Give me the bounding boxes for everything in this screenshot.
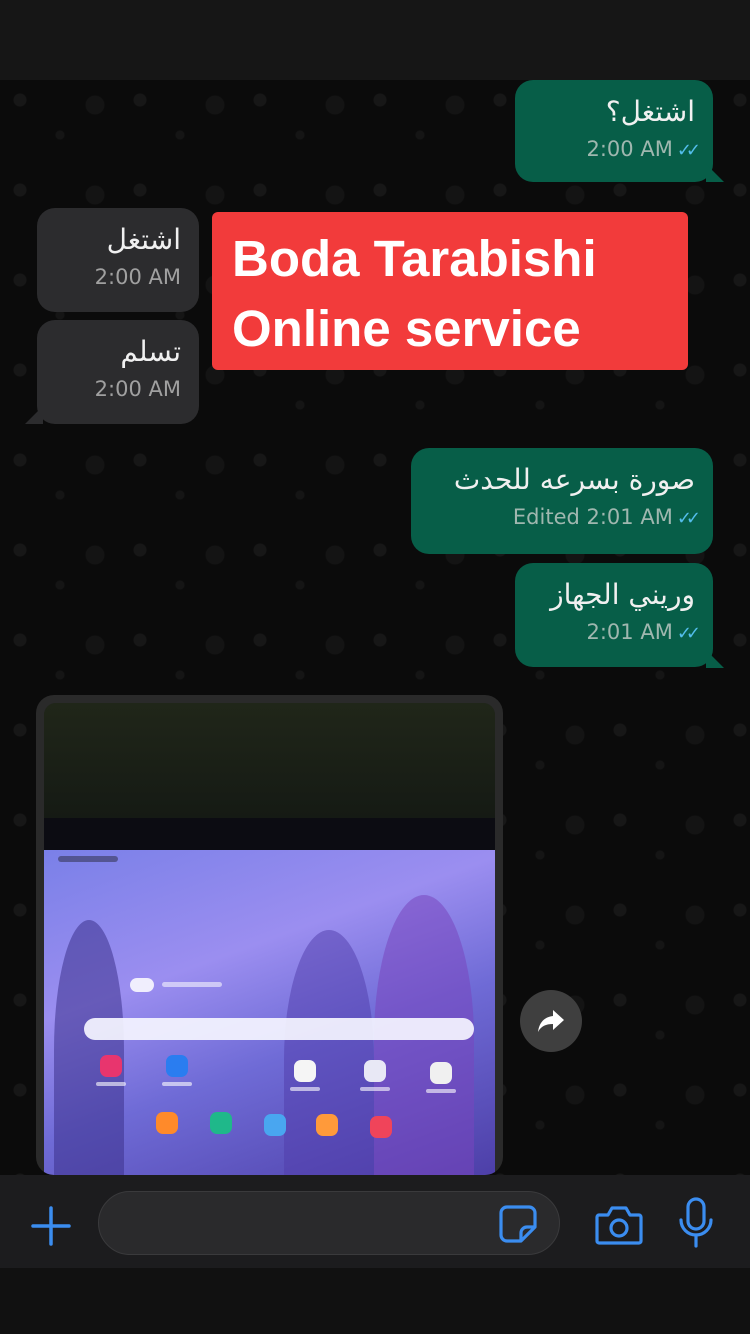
message-text: اشتغل؟ [605, 95, 695, 128]
camera-icon [595, 1206, 643, 1245]
double-check-icon: ✓✓ [676, 623, 701, 644]
microphone-button[interactable] [676, 1196, 716, 1250]
app-label [162, 1082, 192, 1086]
tablet-screen [44, 850, 495, 1175]
camera-button[interactable] [594, 1202, 644, 1248]
message-bubble-outgoing[interactable]: صورة بسرعه للحدث Edited 2:01 AM ✓✓ [411, 448, 713, 554]
sticker-button[interactable] [497, 1203, 539, 1245]
promo-banner: Boda Tarabishi Online service [212, 212, 688, 370]
app-label [290, 1087, 320, 1091]
message-time: 2:00 AM [586, 137, 673, 161]
tablet-status-bar [58, 856, 118, 862]
app-label [96, 1082, 126, 1086]
app-icon [210, 1112, 232, 1134]
banner-line-2: Online service [232, 300, 581, 357]
message-bubble-outgoing[interactable]: وريني الجهاز 2:01 AM ✓✓ [515, 563, 713, 667]
app-icon [100, 1055, 122, 1077]
tablet-bezel [44, 818, 495, 850]
message-text: تسلم [120, 335, 181, 368]
weather-widget [130, 978, 154, 992]
message-time: Edited 2:01 AM [512, 505, 673, 529]
message-input[interactable] [98, 1191, 560, 1255]
message-meta: 2:01 AM ✓✓ [533, 620, 702, 644]
wallpaper-shape [284, 930, 374, 1175]
attach-button[interactable] [28, 1203, 74, 1249]
image-message[interactable] [36, 695, 503, 1175]
message-bubble-outgoing[interactable]: اشتغل؟ 2:00 AM ✓✓ [515, 80, 713, 182]
tablet-photo[interactable] [44, 703, 495, 1175]
app-icon [430, 1062, 452, 1084]
message-time: 2:00 AM [94, 265, 181, 289]
message-meta: 2:00 AM ✓✓ [533, 137, 702, 161]
app-icon [294, 1060, 316, 1082]
forward-button[interactable] [520, 990, 582, 1052]
app-icon [166, 1055, 188, 1077]
weather-widget-text [162, 982, 222, 987]
message-meta: 2:00 AM [55, 377, 181, 401]
message-text: اشتغل [106, 223, 181, 256]
app-icon [364, 1060, 386, 1082]
sticker-icon [499, 1205, 537, 1243]
message-meta: 2:00 AM [55, 265, 181, 289]
message-bubble-incoming[interactable]: اشتغل 2:00 AM [37, 208, 199, 312]
message-meta: Edited 2:01 AM ✓✓ [429, 505, 701, 529]
tablet-search-bar [84, 1018, 474, 1040]
plus-icon [31, 1206, 71, 1246]
app-icon [370, 1116, 392, 1138]
app-icon [316, 1114, 338, 1136]
app-label [360, 1087, 390, 1091]
app-icon [156, 1112, 178, 1134]
forward-icon [538, 1010, 564, 1032]
message-time: 2:00 AM [94, 377, 181, 401]
message-text: صورة بسرعه للحدث [453, 463, 695, 496]
app-label [426, 1089, 456, 1093]
double-check-icon: ✓✓ [676, 508, 701, 529]
app-icon [264, 1114, 286, 1136]
wallpaper-shape [54, 920, 124, 1175]
banner-line-1: Boda Tarabishi [232, 230, 597, 287]
message-time: 2:01 AM [586, 620, 673, 644]
double-check-icon: ✓✓ [676, 140, 701, 161]
message-bubble-incoming[interactable]: تسلم 2:00 AM [37, 320, 199, 424]
photo-background [44, 703, 495, 818]
microphone-icon [679, 1197, 713, 1248]
top-bar [0, 0, 750, 80]
message-text: وريني الجهاز [550, 578, 695, 611]
bottom-safe-area [0, 1268, 750, 1334]
